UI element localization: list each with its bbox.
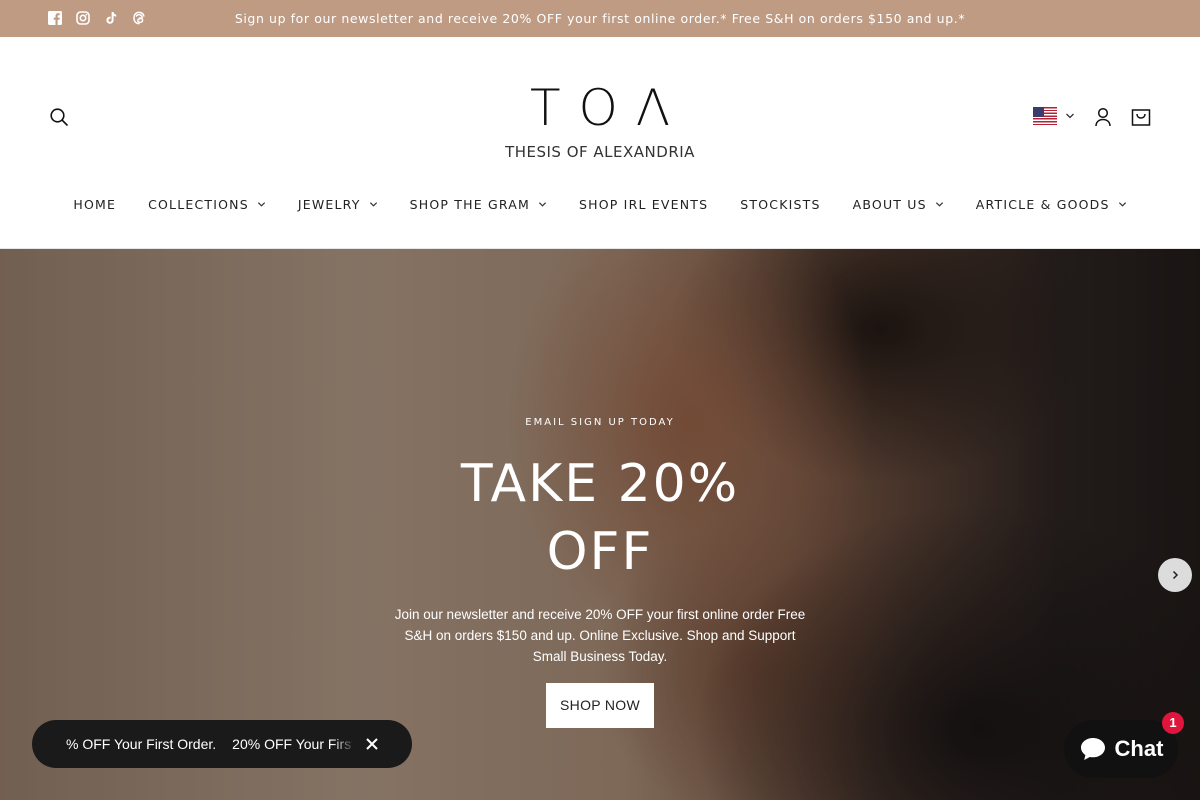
hero-eyebrow: EMAIL SIGN UP TODAY	[525, 417, 675, 428]
chevron-down-icon	[369, 202, 377, 207]
shop-now-button[interactable]: SHOP NOW	[546, 683, 654, 728]
nav-item-article-goods[interactable]: ARTICLE & GOODS	[960, 197, 1143, 212]
chat-button[interactable]: Chat	[1064, 720, 1178, 778]
hero-headline: TAKE 20% OFF	[460, 454, 740, 582]
promo-ticker: % OFF Your First Order.20% OFF Your Firs…	[32, 720, 412, 768]
chevron-down-icon	[1066, 113, 1074, 119]
close-icon[interactable]	[364, 736, 380, 752]
promo-text: % OFF Your First Order.	[66, 736, 217, 752]
us-flag-icon	[1033, 107, 1057, 125]
nav-item-collections[interactable]: COLLECTIONS	[132, 197, 282, 212]
announcement-text[interactable]: Sign up for our newsletter and receive 2…	[0, 11, 1200, 26]
chat-label: Chat	[1114, 736, 1164, 761]
nav-item-jewelry[interactable]: JEWELRY	[282, 197, 394, 212]
hero-content: EMAIL SIGN UP TODAY TAKE 20% OFF Join ou…	[0, 417, 1200, 728]
nav-item-about-us[interactable]: ABOUT US	[837, 197, 960, 212]
chat-unread-badge: 1	[1162, 712, 1184, 734]
chat-bubble-icon	[1080, 738, 1105, 760]
hero-banner: EMAIL SIGN UP TODAY TAKE 20% OFF Join ou…	[0, 249, 1200, 800]
nav-item-stockists[interactable]: STOCKISTS	[724, 197, 836, 212]
account-icon[interactable]	[1094, 107, 1112, 127]
chevron-down-icon	[1118, 202, 1126, 207]
promo-track: % OFF Your First Order.20% OFF Your Firs…	[66, 720, 352, 768]
chevron-down-icon	[935, 202, 943, 207]
main-navigation: HOME COLLECTIONS JEWELRY SHOP THE GRAM S…	[0, 197, 1200, 212]
nav-item-shop-the-gram[interactable]: SHOP THE GRAM	[394, 197, 563, 212]
announcement-bar: Sign up for our newsletter and receive 2…	[0, 0, 1200, 37]
logo-subtitle: THESIS OF ALEXANDRIA	[505, 143, 695, 161]
nav-item-shop-irl-events[interactable]: SHOP IRL EVENTS	[563, 197, 724, 212]
country-selector[interactable]	[1033, 107, 1075, 125]
chevron-down-icon	[538, 202, 547, 207]
nav-item-home[interactable]: HOME	[57, 197, 132, 212]
chevron-right-icon	[1172, 570, 1179, 580]
hero-subcopy: Join our newsletter and receive 20% OFF …	[394, 607, 806, 664]
site-header: TOΛ THESIS OF ALEXANDRIA HOME COLLECTION…	[0, 37, 1200, 249]
cart-icon[interactable]	[1131, 107, 1151, 127]
chevron-down-icon	[257, 202, 265, 207]
site-logo[interactable]: TOΛ THESIS OF ALEXANDRIA	[0, 83, 1200, 161]
logo-mark: TOΛ	[529, 79, 689, 137]
slider-next-button[interactable]	[1158, 558, 1192, 592]
